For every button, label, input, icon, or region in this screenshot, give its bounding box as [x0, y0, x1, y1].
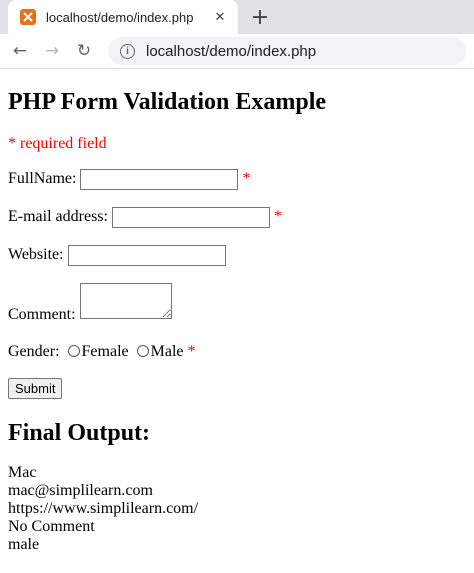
gender-required-mark: * [187, 343, 196, 360]
output-block: Mac mac@simplilearn.com https://www.simp… [8, 464, 466, 554]
output-email: mac@simplilearn.com [8, 482, 153, 499]
forward-arrow-icon[interactable]: → [38, 37, 66, 65]
comment-textarea[interactable] [79, 283, 172, 319]
submit-button[interactable]: Submit [8, 378, 63, 399]
tab-strip: localhost/demo/index.php ✕ + [0, 0, 474, 34]
browser-toolbar: ← → ↻ i localhost/demo/index.php [0, 34, 474, 69]
reload-icon[interactable]: ↻ [70, 37, 98, 65]
female-label[interactable]: Female [82, 343, 129, 360]
page-content: PHP Form Validation Example * required f… [0, 88, 474, 554]
url-text[interactable]: localhost/demo/index.php [146, 43, 316, 60]
website-row: Website: [8, 245, 466, 266]
output-title: Final Output: [8, 420, 151, 446]
website-input[interactable] [67, 245, 226, 266]
info-icon[interactable]: i [120, 43, 135, 59]
comment-label: Comment: [8, 306, 76, 323]
submit-row: Submit [8, 378, 466, 399]
xampp-favicon-icon [20, 9, 36, 25]
output-name: Mac [8, 464, 37, 481]
fullname-row: FullName: * [8, 169, 466, 190]
required-note: * required field [8, 135, 107, 152]
browser-tab[interactable]: localhost/demo/index.php ✕ [8, 0, 238, 34]
female-radio[interactable] [67, 345, 80, 357]
close-icon[interactable]: ✕ [212, 9, 228, 25]
male-label[interactable]: Male [151, 343, 184, 360]
fullname-input[interactable] [80, 169, 239, 190]
email-required-mark: * [273, 208, 282, 226]
male-radio[interactable] [136, 345, 149, 357]
gender-row: Gender: Female Male * [8, 342, 466, 362]
back-arrow-icon[interactable]: ← [6, 37, 34, 65]
page-title: PHP Form Validation Example [8, 89, 327, 115]
output-gender: male [8, 536, 40, 553]
email-input[interactable] [111, 207, 270, 228]
address-bar[interactable]: i localhost/demo/index.php [108, 37, 466, 65]
browser-chrome: localhost/demo/index.php ✕ + ← → ↻ i loc… [0, 0, 474, 69]
tab-title: localhost/demo/index.php [46, 9, 194, 25]
fullname-required-mark: * [242, 170, 251, 188]
output-website: https://www.simplilearn.com/ [8, 500, 199, 517]
website-label: Website: [8, 246, 64, 264]
email-label: E-mail address: [8, 208, 108, 226]
output-comment: No Comment [8, 518, 95, 535]
email-row: E-mail address: * [8, 207, 466, 228]
comment-row: Comment: [8, 283, 466, 325]
gender-label: Gender: [8, 343, 60, 360]
fullname-label: FullName: [8, 170, 77, 188]
plus-icon[interactable]: + [248, 5, 272, 30]
